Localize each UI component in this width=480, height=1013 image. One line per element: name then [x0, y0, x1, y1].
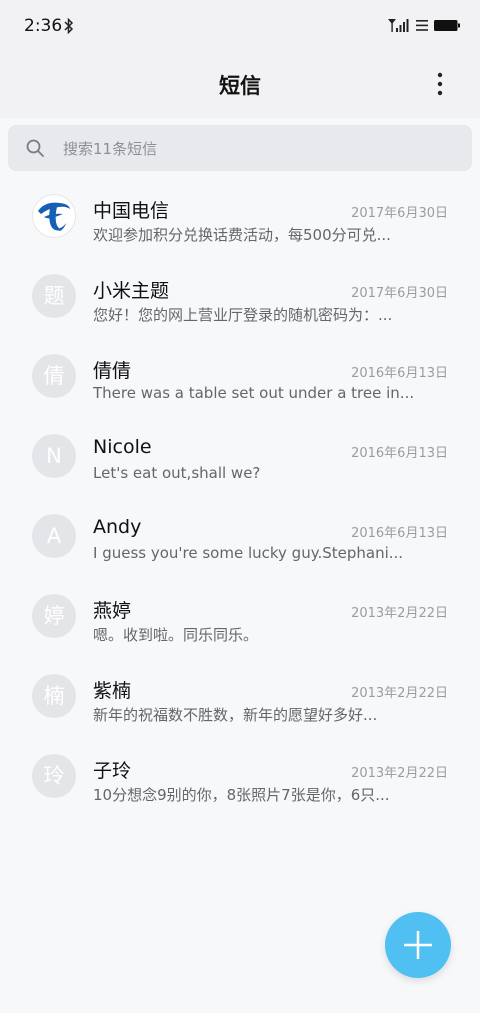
signal-icon — [388, 19, 409, 32]
thread-name: 中国电信 — [93, 200, 170, 222]
avatar: A — [32, 514, 76, 558]
thread-date: 2016年6月13日 — [351, 446, 448, 461]
avatar: 玲 — [32, 754, 76, 798]
page-title: 短信 — [219, 74, 261, 98]
wifi-menu-icon — [416, 20, 428, 31]
thread-date: 2013年2月22日 — [351, 766, 448, 781]
thread-name: Andy — [93, 516, 142, 538]
app-header: 短信 — [0, 52, 480, 118]
thread-snippet: 嗯。收到啦。同乐同乐。 — [93, 626, 259, 644]
thread-snippet: 欢迎参加积分兑换话费活动，每500分可兑... — [93, 226, 391, 244]
thread-name: Nicole — [93, 436, 152, 458]
avatar: N — [32, 434, 76, 478]
china-telecom-logo-icon — [38, 202, 70, 231]
search-icon — [26, 139, 44, 157]
thread-name: 紫楠 — [93, 680, 132, 702]
thread-snippet: 您好！您的网上营业厅登录的随机密码为：... — [93, 306, 393, 324]
thread-name: 倩倩 — [93, 360, 132, 382]
list-item[interactable]: 题 小米主题 2017年6月30日 您好！您的网上营业厅登录的随机密码为：... — [0, 252, 480, 332]
avatar-china-telecom-logo — [32, 194, 76, 238]
thread-snippet: There was a table set out under a tree i… — [93, 384, 413, 402]
thread-date: 2013年2月22日 — [351, 686, 448, 701]
list-item[interactable]: 婷 燕婷 2013年2月22日 嗯。收到啦。同乐同乐。 — [0, 572, 480, 652]
thread-name: 燕婷 — [93, 600, 132, 622]
list-item[interactable]: 楠 紫楠 2013年2月22日 新年的祝福数不胜数，新年的愿望好多好... — [0, 652, 480, 732]
thread-name: 子玲 — [93, 760, 132, 782]
thread-date: 2013年2月22日 — [351, 606, 448, 621]
search-placeholder: 搜索11条短信 — [63, 140, 158, 158]
plus-icon — [404, 931, 432, 959]
thread-date: 2016年6月13日 — [351, 526, 448, 541]
status-bar: 2:36 — [0, 0, 480, 52]
list-item[interactable]: 玲 子玲 2013年2月22日 10分想念9别的你，8张照片7张是你，6只... — [0, 732, 480, 812]
thread-snippet: Let's eat out,shall we? — [93, 464, 261, 482]
thread-snippet: I guess you're some lucky guy.Stephani..… — [93, 544, 404, 562]
thread-snippet: 新年的祝福数不胜数，新年的愿望好多好... — [93, 706, 378, 724]
avatar: 婷 — [32, 594, 76, 638]
new-message-button[interactable] — [385, 912, 451, 978]
list-item[interactable]: A Andy 2016年6月13日 I guess you're some lu… — [0, 492, 480, 572]
thread-date: 2017年6月30日 — [351, 286, 448, 301]
thread-date: 2017年6月30日 — [351, 206, 448, 221]
avatar: 倩 — [32, 354, 76, 398]
thread-snippet: 10分想念9别的你，8张照片7张是你，6只... — [93, 786, 390, 804]
thread-name: 小米主题 — [93, 280, 170, 302]
avatar: 楠 — [32, 674, 76, 718]
list-item[interactable]: 倩 倩倩 2016年6月13日 There was a table set ou… — [0, 332, 480, 412]
bluetooth-icon — [64, 17, 74, 35]
thread-list: 中国电信 2017年6月30日 欢迎参加积分兑换话费活动，每500分可兑... … — [0, 172, 480, 812]
status-time: 2:36 — [24, 16, 63, 36]
list-item[interactable]: 中国电信 2017年6月30日 欢迎参加积分兑换话费活动，每500分可兑... — [0, 172, 480, 252]
thread-date: 2016年6月13日 — [351, 366, 448, 381]
avatar: 题 — [32, 274, 76, 318]
battery-icon — [434, 20, 460, 31]
list-item[interactable]: N Nicole 2016年6月13日 Let's eat out,shall … — [0, 412, 480, 492]
more-vertical-icon[interactable] — [426, 70, 454, 100]
search-input[interactable]: 搜索11条短信 — [8, 125, 472, 171]
